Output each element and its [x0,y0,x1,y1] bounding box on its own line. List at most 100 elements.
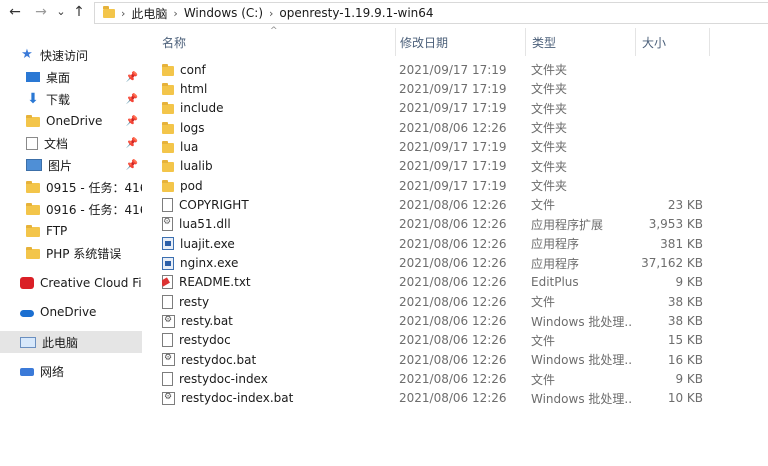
editplus-file-icon [162,275,173,290]
sidebar-item[interactable]: 此电脑 [0,331,142,353]
file-size: 16 KB [667,352,703,367]
file-name-cell[interactable]: lualib [162,157,392,176]
sidebar-item[interactable]: 文档 📌 [0,132,142,154]
sidebar-item[interactable]: 桌面 📌 [0,66,142,88]
file-type: 文件夹 [531,179,568,194]
sidebar-item[interactable]: 网络 [0,360,142,382]
back-arrow-icon[interactable]: ← [6,3,24,21]
pin-icon[interactable]: 📌 [126,94,138,105]
recent-locations-chevron-icon[interactable]: ⌄ [52,3,70,21]
table-row[interactable]: restydoc-index.bat 2021/08/06 12:26 Window… [144,389,744,408]
table-row[interactable]: html 2021/09/17 17:19 文件夹 [144,79,744,98]
table-row[interactable]: nginx.exe 2021/08/06 12:26 应用程序 37,162 KB [144,254,744,273]
file-icon [162,197,173,212]
pin-icon[interactable]: 📌 [126,116,138,127]
file-date: 2021/08/06 12:26 [399,236,507,251]
sidebar-item[interactable]: 图片 📌 [0,154,142,176]
file-name-cell[interactable]: nginx.exe [162,254,392,273]
sidebar-item[interactable]: Creative Cloud Files [0,272,142,294]
folder-icon [162,63,174,76]
column-header-size[interactable]: 大小 [636,28,710,56]
folder-icon [162,121,174,134]
file-name-cell[interactable]: pod [162,176,392,195]
sidebar-item-label: PHP 系统错误 [46,246,122,261]
table-row[interactable]: resty.bat 2021/08/06 12:26 Windows 批处理... 3… [144,312,744,331]
table-row[interactable]: COPYRIGHT 2021/08/06 12:26 文件 23 KB [144,195,744,214]
pin-icon[interactable]: 📌 [126,72,138,83]
sidebar-item-label: OneDrive [40,305,97,319]
breadcrumb-separator-icon[interactable]: › [269,7,273,20]
breadcrumb-current-folder[interactable]: openresty-1.19.9.1-win64 [279,6,433,20]
file-date: 2021/09/17 17:19 [399,101,507,116]
file-name-cell[interactable]: lua [162,137,392,156]
column-header-date[interactable]: 修改日期 [394,28,526,56]
navigation-pane: ★ 快速访问桌面 📌 ⬇ 下载 📌 OneDrive 📌 文档 📌 图片 📌 0915 - 任务：416… [0,40,142,466]
table-row[interactable]: lua51.dll 2021/08/06 12:26 应用程序扩展 3,953 KB [144,215,744,234]
file-name-cell[interactable]: restydoc-index [162,370,392,389]
table-row[interactable]: README.txt 2021/08/06 12:26 EditPlus 9 KB [144,273,744,292]
file-name-cell[interactable]: lua51.dll [162,215,392,234]
file-name-cell[interactable]: README.txt [162,273,392,292]
column-header-type[interactable]: 类型 [526,28,636,56]
table-row[interactable]: logs 2021/08/06 12:26 文件夹 [144,118,744,137]
file-name-cell[interactable]: conf [162,60,392,79]
file-type: EditPlus [531,275,579,290]
file-name-cell[interactable]: restydoc [162,331,392,350]
breadcrumb-this-pc[interactable]: 此电脑 [131,5,167,22]
table-row[interactable]: pod 2021/09/17 17:19 文件夹 [144,176,744,195]
file-date: 2021/08/06 12:26 [399,256,507,270]
file-name-cell[interactable]: COPYRIGHT [162,195,392,214]
table-row[interactable]: restydoc-index 2021/08/06 12:26 文件 9 KB [144,370,744,389]
file-name: conf [180,62,206,77]
file-name-cell[interactable]: logs [162,118,392,137]
file-name-cell[interactable]: resty.bat [162,312,392,331]
file-type: 文件 [531,295,556,310]
file-size [639,118,703,137]
forward-arrow-icon[interactable]: → [32,3,50,21]
file-name: logs [180,120,205,135]
table-row[interactable]: luajit.exe 2021/08/06 12:26 应用程序 381 KB [144,234,744,253]
breadcrumb-drive-c[interactable]: Windows (C:) [184,6,263,20]
table-row[interactable]: lua 2021/09/17 17:19 文件夹 [144,137,744,156]
pin-icon[interactable]: 📌 [126,138,138,149]
file-name: README.txt [179,275,251,290]
column-header-name[interactable]: 名称 [156,28,396,56]
table-row[interactable]: restydoc 2021/08/06 12:26 文件 15 KB [144,331,744,350]
sidebar-item[interactable]: OneDrive 📌 [0,110,142,132]
table-row[interactable]: include 2021/09/17 17:19 文件夹 [144,99,744,118]
file-date: 2021/09/17 17:19 [399,178,507,193]
sidebar-item[interactable]: ★ 快速访问 [0,44,142,66]
file-name-cell[interactable]: restydoc.bat [162,350,392,369]
folder-icon [162,102,174,115]
sidebar-item-label: 文档 [44,136,69,151]
breadcrumb-separator-icon[interactable]: › [173,7,177,20]
up-arrow-icon[interactable]: ↑ [70,3,88,21]
file-name-cell[interactable]: restydoc-index.bat [162,389,392,408]
table-row[interactable]: resty 2021/08/06 12:26 文件 38 KB [144,292,744,311]
address-bar[interactable]: › 此电脑 › Windows (C:) › openresty-1.19.9.… [94,2,768,24]
sidebar-item[interactable]: 0915 - 任务：4169 [0,176,142,198]
file-name-cell[interactable]: include [162,99,392,118]
sidebar-item[interactable]: FTP [0,220,142,242]
sidebar-item[interactable]: ⬇ 下载 📌 [0,88,142,110]
sidebar-item-label: 0915 - 任务：4169 [46,180,142,195]
file-name: lualib [180,159,213,174]
file-type: Windows 批处理... [531,391,631,406]
file-name-cell[interactable]: html [162,79,392,98]
file-name: luajit.exe [180,236,235,251]
file-name-cell[interactable]: resty [162,292,392,311]
file-name: lua51.dll [179,217,231,232]
file-type: 文件夹 [531,159,568,174]
dll-file-icon [162,217,173,232]
sidebar-item[interactable]: 0916 - 任务：4169 [0,198,142,220]
star-icon: ★ [21,47,33,62]
pin-icon[interactable]: 📌 [126,160,138,171]
sidebar-item[interactable]: PHP 系统错误 [0,242,142,264]
table-row[interactable]: conf 2021/09/17 17:19 文件夹 [144,60,744,79]
file-name: COPYRIGHT [179,197,249,212]
table-row[interactable]: lualib 2021/09/17 17:19 文件夹 [144,157,744,176]
file-size: 38 KB [667,294,703,309]
file-name-cell[interactable]: luajit.exe [162,234,392,253]
sidebar-item[interactable]: OneDrive [0,301,142,323]
table-row[interactable]: restydoc.bat 2021/08/06 12:26 Windows 批处理.… [144,350,744,369]
